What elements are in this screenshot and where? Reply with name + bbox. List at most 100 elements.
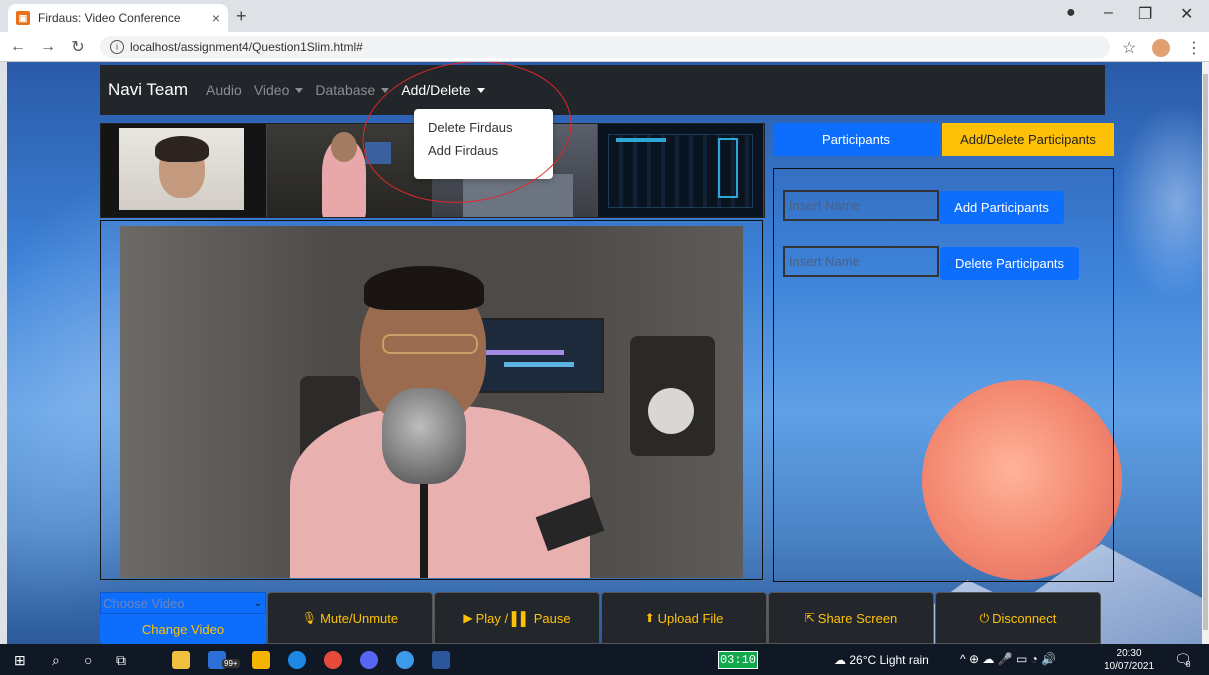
weather-widget[interactable]: ☁ 26°C Light rain [834, 653, 929, 667]
address-bar-row: ← → ↻ i localhost/assignment4/Question1S… [0, 32, 1209, 62]
video-thumbnail[interactable] [101, 124, 267, 217]
choose-video-label: Choose Video [103, 595, 185, 611]
page-scrollbar[interactable] [1202, 62, 1209, 644]
add-name-input[interactable] [783, 190, 939, 221]
profile-avatar-icon[interactable] [1152, 39, 1170, 57]
discord-icon[interactable] [360, 651, 378, 669]
thumbnail-glow [718, 138, 739, 198]
browser-tab[interactable]: ▣ Firdaus: Video Conference × [8, 4, 228, 32]
play-icon: ▶ [463, 611, 473, 625]
video-monitor-bar [484, 350, 564, 355]
video-monitor [472, 318, 604, 393]
forward-icon[interactable]: → [36, 38, 60, 56]
site-info-icon[interactable]: i [110, 40, 124, 54]
nav-video[interactable]: Video [254, 82, 304, 98]
nav-audio[interactable]: Audio [206, 82, 242, 98]
thumbnail-head [330, 132, 357, 162]
clock-date: 10/07/2021 [1104, 661, 1155, 672]
add-participants-button[interactable]: Add Participants [939, 191, 1064, 224]
video-microphone [382, 388, 466, 484]
change-video-button[interactable]: Change Video [100, 614, 266, 644]
share-screen-button[interactable]: ⇱ Share Screen [768, 592, 934, 644]
thumbnail-shape [462, 174, 573, 217]
weather-text: 26°C Light rain [849, 653, 929, 667]
participants-panel [773, 168, 1114, 582]
recording-timer[interactable]: 03:10 [718, 651, 758, 669]
upload-file-button[interactable]: ⬆ Upload File [601, 592, 767, 644]
choose-video-select[interactable]: Choose Video ⌄ [100, 592, 266, 614]
taskbar-clock[interactable]: 20:30 10/07/2021 [1104, 647, 1154, 673]
thumbnail-monitor [364, 142, 391, 164]
share-label: Share Screen [817, 610, 898, 626]
nav-video-label: Video [253, 82, 290, 98]
close-tab-icon[interactable]: × [212, 10, 220, 26]
thumbnail-hair [155, 136, 209, 162]
clock-time: 20:30 [1116, 648, 1142, 659]
chevron-down-icon [476, 87, 485, 93]
telegram-icon[interactable] [396, 651, 414, 669]
play-pause-button[interactable]: ▶ Play / ▌▌ Pause [434, 592, 600, 644]
close-window-icon[interactable]: ✕ [1180, 4, 1193, 24]
windows-start-icon[interactable]: ⊞ [14, 652, 26, 669]
tab-add-delete-participants[interactable]: Add/Delete Participants [942, 123, 1114, 156]
windows-taskbar: ⊞ ⌕ ○ ⧉ 99+ 03:10 ☁ 26°C Light rain ^ ⊕ … [0, 644, 1209, 675]
task-view-icon[interactable]: ⧉ [116, 652, 126, 669]
thumbnail-glow [616, 138, 667, 142]
minimize-icon[interactable]: – [1104, 4, 1113, 22]
main-video-player[interactable] [120, 226, 743, 578]
video-person-glasses [382, 334, 478, 354]
background-swirl [1117, 102, 1202, 302]
video-thumbnail[interactable] [266, 124, 433, 217]
add-delete-dropdown-menu: Delete Firdaus Add Firdaus [414, 109, 553, 179]
video-speaker [630, 336, 715, 456]
power-icon: ⏻ [979, 610, 990, 625]
cloud-icon: ☁ [834, 653, 846, 667]
edge-icon[interactable] [288, 651, 306, 669]
menu-item-add-firdaus[interactable]: Add Firdaus [414, 140, 553, 163]
video-monitor-bar [504, 362, 574, 367]
mute-unmute-button[interactable]: 🎙 Mute/Unmute [267, 592, 433, 644]
file-explorer-icon[interactable] [172, 651, 190, 669]
restore-icon[interactable]: ❐ [1138, 4, 1152, 24]
delete-name-input[interactable] [783, 246, 939, 277]
microphone-icon: 🎙 [301, 611, 318, 625]
video-selector-group: Choose Video ⌄ Change Video [100, 592, 266, 644]
url-text: localhost/assignment4/Question1Slim.html… [130, 40, 363, 54]
system-tray[interactable]: ^ ⊕ ☁ 🎤 ▭ ◔ 🔊 [960, 652, 1056, 666]
menu-kebab-icon[interactable]: ⋮ [1186, 38, 1202, 58]
nav-add-delete-label: Add/Delete [401, 82, 471, 98]
new-tab-button[interactable]: + [236, 6, 247, 27]
bookmark-star-icon[interactable]: ☆ [1122, 38, 1136, 58]
disconnect-button[interactable]: ⏻ Disconnect [935, 592, 1101, 644]
upload-icon: ⬆ [644, 611, 655, 625]
chevron-down-icon: ⌄ [253, 597, 262, 609]
record-icon[interactable]: ● [1066, 4, 1076, 22]
navbar-brand[interactable]: Navi Team [108, 80, 188, 100]
speaker-cone [648, 388, 694, 434]
search-icon[interactable]: ⌕ [52, 652, 60, 669]
back-icon[interactable]: ← [6, 38, 30, 56]
nav-database-label: Database [315, 82, 376, 98]
tab-title: Firdaus: Video Conference [38, 11, 181, 25]
chevron-down-icon [295, 87, 304, 93]
url-field[interactable]: i localhost/assignment4/Question1Slim.ht… [100, 36, 1110, 58]
video-person-hair [364, 266, 484, 310]
top-navbar: Navi Team Audio Video Database Add/Delet… [100, 65, 1105, 115]
delete-participants-button[interactable]: Delete Participants [940, 247, 1079, 280]
disconnect-label: Disconnect [992, 610, 1057, 626]
tab-participants[interactable]: Participants [773, 123, 939, 156]
chrome-icon[interactable] [324, 651, 342, 669]
video-thumbnail[interactable] [598, 124, 764, 217]
page-viewport: Navi Team Audio Video Database Add/Delet… [7, 62, 1202, 644]
browser-tabstrip: ▣ Firdaus: Video Conference × + ● – ❐ ✕ [0, 0, 1209, 32]
favicon-icon: ▣ [16, 11, 30, 25]
nav-add-delete[interactable]: Add/Delete [401, 82, 485, 98]
share-icon: ⇱ [804, 611, 815, 625]
store-icon[interactable] [252, 651, 270, 669]
scrollbar-thumb[interactable] [1203, 74, 1208, 630]
word-icon[interactable] [432, 651, 450, 669]
cortana-icon[interactable]: ○ [84, 652, 92, 668]
nav-database[interactable]: Database [315, 82, 390, 98]
reload-icon[interactable]: ↻ [66, 37, 90, 57]
menu-item-delete-firdaus[interactable]: Delete Firdaus [414, 117, 553, 140]
